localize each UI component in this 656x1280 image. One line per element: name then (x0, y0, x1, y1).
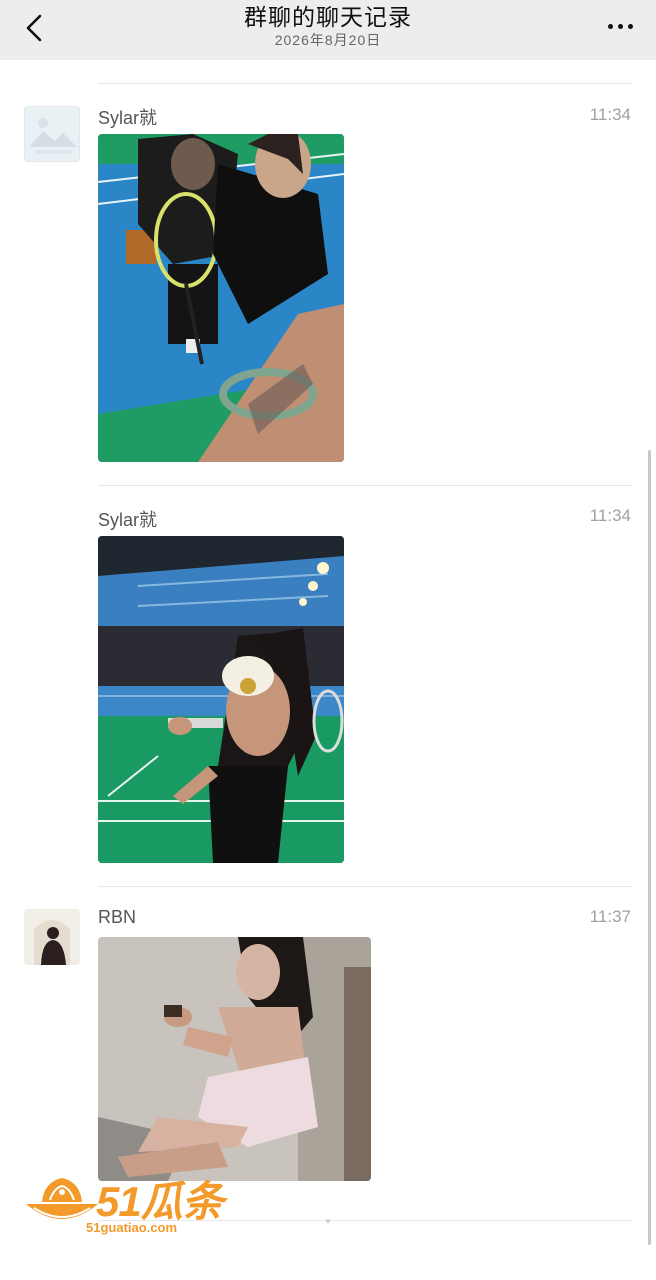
message-divider (98, 886, 632, 887)
page-subtitle-date: 2026年8月20日 (274, 32, 382, 48)
message-time: 11:37 (589, 907, 631, 926)
message-time: 11:34 (589, 506, 631, 525)
chat-image-shuttlecock[interactable] (98, 536, 344, 863)
message-divider (98, 83, 632, 84)
sender-name: Sylar就 (98, 108, 158, 128)
person-silhouette-avatar (24, 909, 80, 965)
scroll-dot (326, 1219, 330, 1223)
title-block: 群聊的聊天记录 2026年8月20日 (100, 2, 556, 49)
avatar[interactable] (24, 909, 80, 965)
message-divider (98, 485, 632, 486)
sender-name: Sylar就 (98, 510, 158, 530)
chat-image-selfie-court[interactable] (98, 134, 344, 462)
back-button[interactable] (14, 8, 54, 48)
image-placeholder-icon (25, 107, 79, 161)
watermark-url: 51guatiao.com (86, 1220, 178, 1235)
nav-bar: 群聊的聊天记录 2026年8月20日 (0, 0, 656, 60)
sender-name: RBN (98, 907, 137, 927)
avatar-placeholder[interactable] (24, 106, 80, 162)
scrollbar[interactable] (648, 450, 651, 1245)
ellipsis-icon (607, 23, 633, 29)
page-title: 群聊的聊天记录 (244, 4, 412, 30)
message-time: 11:34 (589, 105, 631, 124)
watermark-logo: 51瓜条 51guatiao.com (22, 1172, 232, 1242)
chat-image-woman-sitting[interactable] (98, 937, 371, 1181)
more-button[interactable] (598, 8, 642, 44)
chevron-left-icon (26, 14, 42, 42)
